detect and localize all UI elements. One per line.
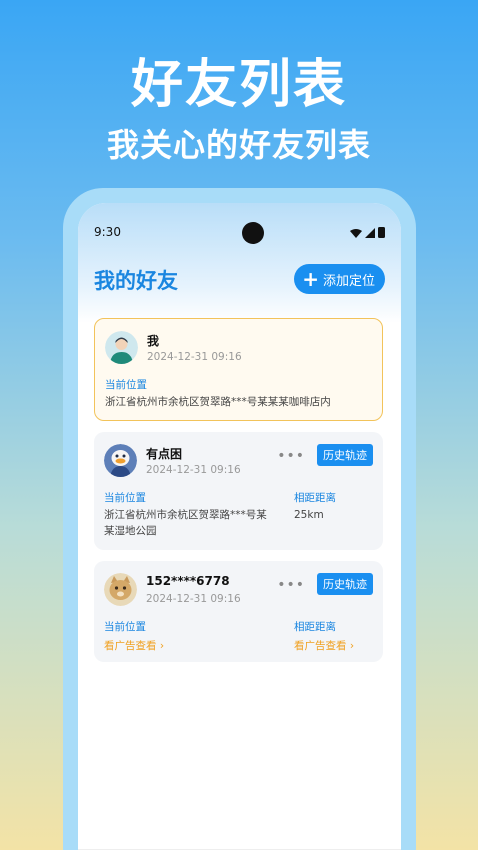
friend-card[interactable]: 152****6778 2024-12-31 09:16 ••• 历史轨迹 当前… — [94, 561, 383, 662]
friend-name: 有点困 — [146, 447, 183, 461]
more-icon[interactable]: ••• — [277, 577, 305, 593]
history-track-button[interactable]: 历史轨迹 — [317, 444, 373, 466]
duck-avatar-icon — [104, 444, 137, 477]
location-label: 当前位置 — [104, 492, 146, 504]
battery-icon — [378, 227, 385, 238]
watch-ad-location-link[interactable]: 看广告查看 › — [104, 638, 164, 653]
history-track-button[interactable]: 历史轨迹 — [317, 573, 373, 595]
status-time: 9:30 — [94, 225, 121, 239]
avatar — [104, 444, 137, 477]
more-icon[interactable]: ••• — [277, 448, 305, 464]
promo-subtitle: 我关心的好友列表 — [106, 126, 371, 164]
friend-time: 2024-12-31 09:16 — [146, 593, 241, 605]
cat-avatar-icon — [104, 573, 137, 606]
location-text: 浙江省杭州市余杭区贺翠路***号某某湿地公园 — [104, 509, 267, 537]
plus-icon: + — [302, 267, 319, 291]
friend-name: 我 — [147, 334, 160, 348]
avatar — [104, 573, 137, 606]
header-background — [78, 203, 401, 323]
promo-title: 好友列表 — [130, 55, 347, 115]
friend-card[interactable]: 有点困 2024-12-31 09:16 ••• 历史轨迹 当前位置 浙江省杭州… — [94, 432, 383, 550]
location-label: 当前位置 — [105, 379, 147, 391]
status-icons — [350, 227, 385, 238]
wifi-icon — [350, 229, 362, 238]
page-title: 我的好友 — [94, 269, 178, 293]
friend-name: 152****6778 — [146, 574, 230, 588]
camera-cutout — [242, 222, 264, 244]
avatar — [105, 331, 138, 364]
location-text: 浙江省杭州市余杭区贺翠路***号某某某咖啡店内 — [105, 396, 331, 408]
friend-time: 2024-12-31 09:16 — [147, 351, 242, 363]
distance-value: 25km — [294, 509, 324, 521]
add-location-button[interactable]: + 添加定位 — [294, 264, 385, 294]
distance-label: 相距距离 — [294, 621, 336, 633]
watch-ad-distance-link[interactable]: 看广告查看 › — [294, 638, 354, 653]
location-label: 当前位置 — [104, 621, 146, 633]
signal-icon — [365, 228, 375, 238]
phone-screen: 9:30 我的好友 + 添加定位 我 2024-12-31 09:16 当前位置… — [78, 203, 401, 850]
status-bar: 9:30 — [94, 222, 385, 244]
distance-label: 相距距离 — [294, 492, 336, 504]
friend-time: 2024-12-31 09:16 — [146, 464, 241, 476]
phone-frame: 9:30 我的好友 + 添加定位 我 2024-12-31 09:16 当前位置… — [63, 188, 416, 850]
add-location-label: 添加定位 — [322, 273, 375, 289]
friend-card-me[interactable]: 我 2024-12-31 09:16 当前位置 浙江省杭州市余杭区贺翠路***号… — [94, 318, 383, 421]
user-avatar-icon — [105, 331, 138, 364]
